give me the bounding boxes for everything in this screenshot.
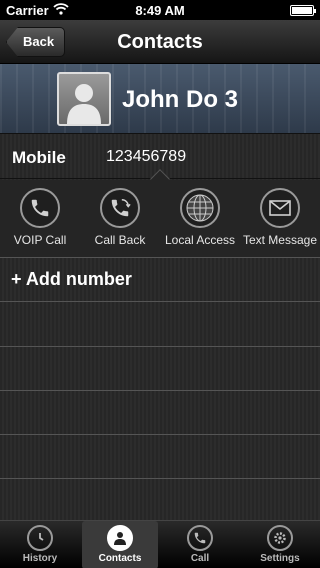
local-access-label: Local Access — [164, 233, 236, 247]
voip-call-button[interactable]: VOIP Call — [0, 180, 80, 257]
list-separator — [0, 478, 320, 479]
navigation-bar: Contacts Back — [0, 20, 320, 64]
status-bar: Carrier 8:49 AM — [0, 0, 320, 20]
tab-settings[interactable]: Settings — [242, 521, 318, 568]
gear-icon — [267, 525, 293, 551]
call-actions-row: VOIP Call Call Back Local Access Text Me… — [0, 180, 320, 258]
person-icon — [107, 525, 133, 551]
phone-number-value: 123456789 — [106, 148, 187, 165]
text-message-button[interactable]: Text Message — [240, 180, 320, 257]
contact-name: John Do 3 — [122, 86, 239, 113]
phone-icon — [187, 525, 213, 551]
tab-history-label: History — [22, 553, 58, 564]
carrier-label: Carrier — [6, 2, 49, 18]
call-back-label: Call Back — [94, 233, 146, 247]
back-button[interactable]: Back — [6, 27, 66, 57]
globe-icon — [180, 188, 220, 228]
tab-history[interactable]: History — [2, 521, 78, 568]
status-time: 8:49 AM — [135, 2, 185, 18]
voip-call-label: VOIP Call — [13, 233, 67, 247]
phone-number-row[interactable]: Mobile 123456789 — [0, 134, 320, 189]
battery-icon — [290, 4, 316, 16]
avatar — [57, 72, 111, 126]
tab-contacts[interactable]: Contacts — [82, 521, 158, 568]
wifi-icon — [53, 2, 69, 18]
tab-call[interactable]: Call — [162, 521, 238, 568]
callback-icon — [100, 188, 140, 228]
status-left: Carrier — [6, 3, 116, 18]
add-number-label: + Add number — [11, 269, 132, 289]
list-separator — [0, 434, 320, 435]
clock-icon — [27, 525, 53, 551]
text-message-label: Text Message — [242, 233, 318, 247]
tab-contacts-label: Contacts — [98, 553, 142, 564]
call-back-button[interactable]: Call Back — [80, 180, 160, 257]
tab-bar: History Contacts Call Settings — [0, 520, 320, 568]
tab-call-label: Call — [190, 553, 210, 564]
envelope-icon — [260, 188, 300, 228]
add-number-row[interactable]: + Add number — [0, 258, 320, 302]
list-separator — [0, 390, 320, 391]
list-separator — [0, 346, 320, 347]
tab-settings-label: Settings — [260, 553, 300, 564]
phone-icon — [20, 188, 60, 228]
phone-type-label: Mobile — [12, 148, 66, 167]
local-access-button[interactable]: Local Access — [160, 180, 240, 257]
contact-header: John Do 3 — [0, 64, 320, 134]
person-silhouette-icon — [67, 84, 101, 124]
